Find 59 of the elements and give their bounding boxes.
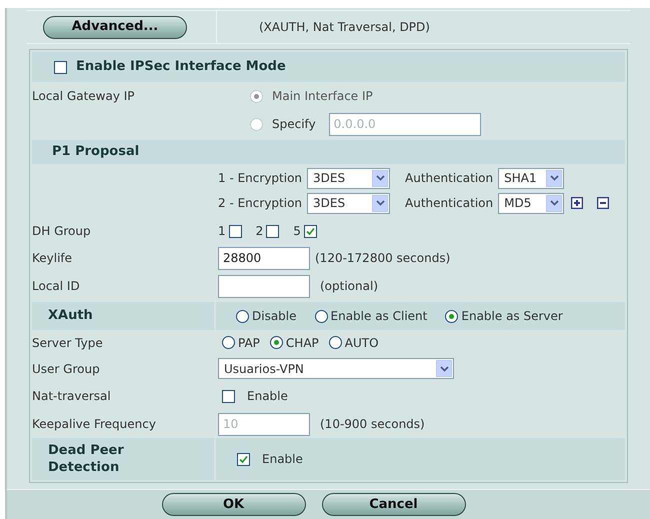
pill-button[interactable]: Cancel <box>322 493 466 516</box>
field-label: Server Type <box>32 334 104 352</box>
option-label: CHAP <box>286 334 319 352</box>
encryption-select[interactable]: 3DES <box>307 192 390 214</box>
authentication-select[interactable]: SHA1 <box>498 168 564 188</box>
field-label: Keylife <box>32 250 74 267</box>
option-label: Main Interface IP <box>272 88 373 105</box>
add-icon[interactable] <box>571 197 584 209</box>
field-label: Nat-traversal <box>32 388 112 405</box>
option-label: Specify <box>272 116 316 133</box>
option-label: AUTO <box>344 334 379 352</box>
checkbox[interactable] <box>266 224 280 238</box>
radio-button[interactable] <box>270 336 283 349</box>
encryption-label: 1 - Encryption <box>218 170 302 187</box>
authentication-select[interactable]: MD5 <box>498 192 564 214</box>
advanced-note: (XAUTH, Nat Traversal, DPD) <box>258 19 430 36</box>
dh-group-label: 5 <box>293 223 301 240</box>
checkbox[interactable] <box>304 224 317 238</box>
dh-group-label: 2 <box>256 223 264 240</box>
field-label: DH Group <box>32 223 92 240</box>
checkmark-icon <box>306 226 315 236</box>
field-label: User Group <box>32 360 101 378</box>
radio-button[interactable] <box>314 310 328 322</box>
hint-text: (10-900 seconds) <box>320 416 425 433</box>
radio-button[interactable] <box>222 336 235 349</box>
keylife-input-field[interactable]: 28800 <box>218 246 310 270</box>
checkbox[interactable] <box>237 452 250 466</box>
local-id-input-field[interactable] <box>218 274 310 298</box>
radio-button[interactable] <box>236 310 249 322</box>
section-heading: XAuth <box>48 307 93 326</box>
checkbox[interactable] <box>228 224 242 238</box>
section-heading: P1 Proposal <box>52 143 140 162</box>
dh-group-label: 1 <box>218 223 226 240</box>
checkmark-icon <box>239 454 248 464</box>
authentication-label: Authentication <box>405 195 494 212</box>
pill-button[interactable]: Advanced... <box>43 16 187 38</box>
checkbox[interactable] <box>222 390 235 402</box>
authentication-label: Authentication <box>405 170 494 187</box>
option-label: PAP <box>238 334 260 352</box>
user-group-select[interactable]: Usuarios-VPN <box>218 358 454 379</box>
encryption-label: 2 - Encryption <box>218 195 302 212</box>
field-label: Keepalive Frequency <box>32 416 157 433</box>
option-label: Enable as Server <box>461 308 563 325</box>
field-label: Local Gateway IP <box>32 88 136 105</box>
hint-text: (120-172800 seconds) <box>315 250 450 267</box>
section-heading: Enable IPSec Interface Mode <box>76 58 286 76</box>
pill-button[interactable]: OK <box>162 493 306 516</box>
radio-button[interactable] <box>445 310 458 322</box>
option-label: Enable <box>262 451 303 468</box>
section-heading: Dead Peer Detection <box>48 442 125 476</box>
encryption-select[interactable]: 3DES <box>307 168 390 188</box>
option-label: Enable as Client <box>330 308 428 325</box>
option-label: Enable <box>247 388 288 405</box>
hint-text: (optional) <box>320 278 378 295</box>
option-label: Disable <box>252 308 297 325</box>
radio-button[interactable] <box>328 336 342 349</box>
remove-icon[interactable] <box>597 197 610 209</box>
field-label: Local ID <box>32 278 81 295</box>
checkbox[interactable] <box>54 60 67 74</box>
